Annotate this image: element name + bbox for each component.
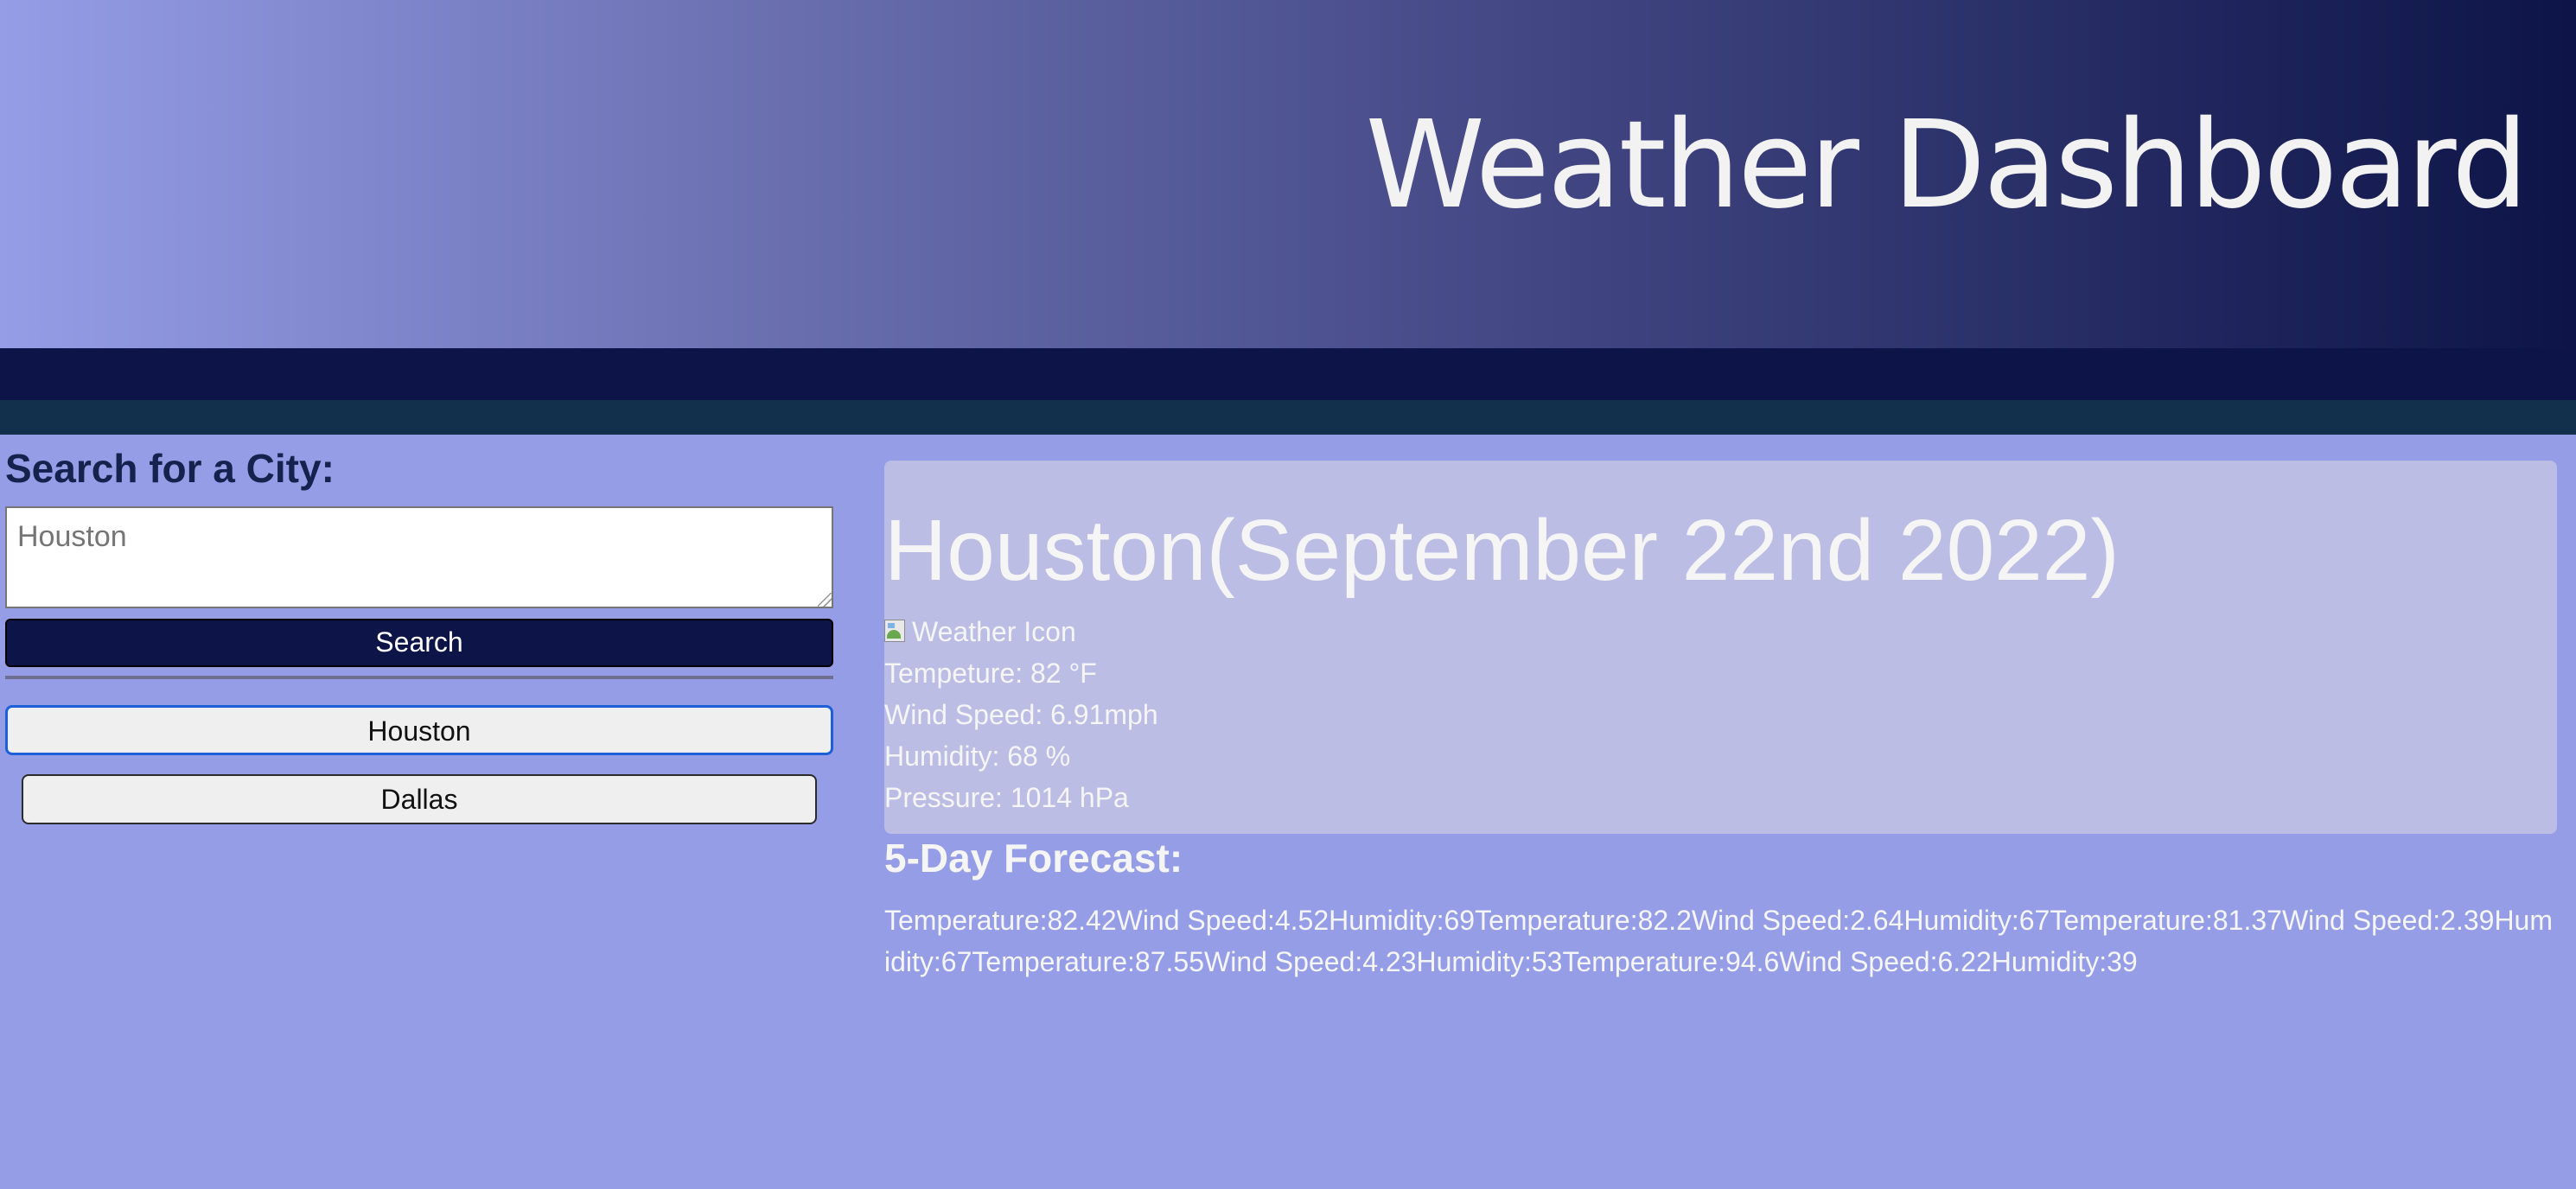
weather-icon-alt-text: Weather Icon — [912, 616, 1076, 647]
forecast-day-2-humidity: Humidity:67 — [1903, 905, 2050, 936]
search-button[interactable]: Search — [5, 619, 833, 667]
current-pressure: Pressure: 1014 hPa — [884, 782, 1129, 813]
broken-image-icon — [884, 620, 910, 644]
forecast-day-5-temperature: Temperature:94.6 — [1562, 946, 1780, 977]
forecast-day-2-wind: Wind Speed:2.64 — [1691, 905, 1904, 936]
current-city-title: Houston(September 22nd 2022) — [884, 502, 2120, 599]
forecast-day-3-temperature: Temperature:81.37 — [2050, 905, 2282, 936]
textarea-resize-handle[interactable] — [818, 593, 832, 607]
page-title: Weather Dashboard — [1365, 95, 2528, 236]
forecast-day-1-temperature: Temperature:82.42 — [884, 905, 1117, 936]
forecast-day-4-humidity: Humidity:53 — [1416, 946, 1563, 977]
forecast-day-4-temperature: Temperature:87.55 — [972, 946, 1204, 977]
history-button-houston[interactable]: Houston — [5, 705, 833, 755]
teal-band — [0, 400, 2576, 435]
city-search-input[interactable] — [5, 506, 833, 608]
current-humidity: Humidity: 68 % — [884, 741, 1071, 772]
current-wind-speed: Wind Speed: 6.91mph — [884, 699, 1158, 730]
current-temperature: Tempeture: 82 °F — [884, 658, 1097, 689]
search-heading: Search for a City: — [5, 446, 335, 491]
navy-band — [0, 348, 2576, 400]
forecast-day-3-wind: Wind Speed:2.39 — [2281, 905, 2495, 936]
sidebar-divider — [5, 676, 833, 679]
forecast-day-1-humidity: Humidity:69 — [1329, 905, 1476, 936]
forecast-day-5-wind: Wind Speed:6.22 — [1779, 946, 1992, 977]
search-sidebar: Search for a City: Search Houston Dallas — [5, 441, 833, 824]
weather-icon: Weather Icon — [884, 613, 1076, 651]
header-banner: Weather Dashboard — [0, 0, 2576, 348]
forecast-day-1-wind: Wind Speed:4.52 — [1116, 905, 1329, 936]
forecast-day-2-temperature: Temperature:82.2 — [1475, 905, 1692, 936]
forecast-list: Temperature:82.42Wind Speed:4.52Humidity… — [884, 900, 2557, 982]
forecast-day-4-wind: Wind Speed:4.23 — [1204, 946, 1417, 977]
current-weather-card: Houston(September 22nd 2022) Weather Ico… — [884, 461, 2557, 834]
history-button-dallas[interactable]: Dallas — [22, 774, 817, 824]
forecast-heading: 5-Day Forecast: — [884, 836, 1183, 881]
forecast-day-5-humidity: Humidity:39 — [1991, 946, 2138, 977]
